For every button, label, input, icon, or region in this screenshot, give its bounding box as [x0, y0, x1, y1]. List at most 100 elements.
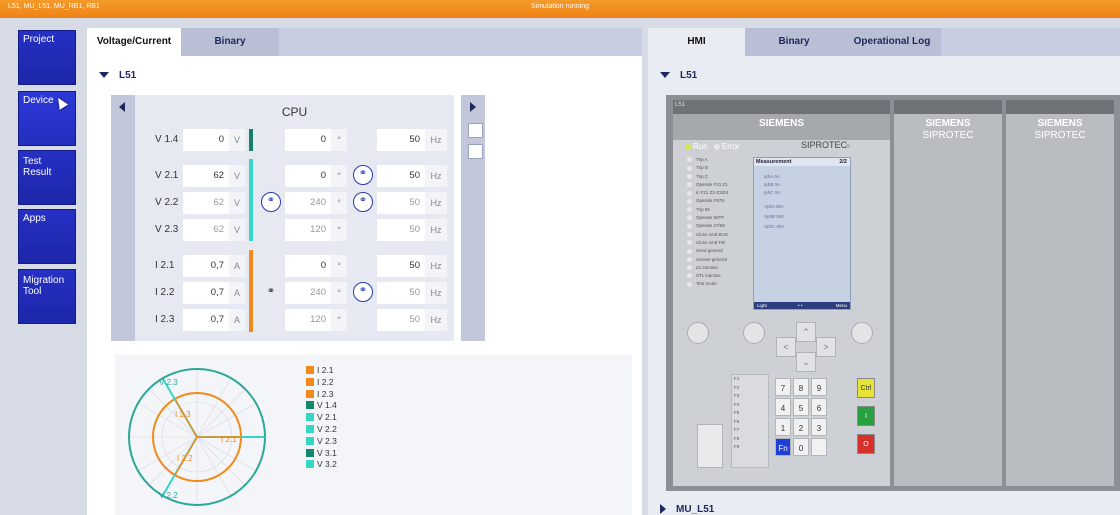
tab-binary-left[interactable]: Binary [181, 28, 279, 56]
legend-swatch [306, 413, 314, 422]
key-8[interactable]: 8 [793, 378, 809, 396]
frequency-input[interactable]: 50 [377, 309, 425, 331]
expand-triangle-icon [660, 504, 666, 515]
arrow-left-icon [119, 102, 125, 112]
nav-apps-button[interactable]: Apps [18, 209, 76, 264]
left-tab-bar: Voltage/Current Binary [87, 28, 642, 56]
cpu-title: CPU [281, 105, 308, 119]
magnitude-unit: V [229, 219, 245, 241]
hmi-section-l51-toggle[interactable]: L51 [660, 70, 697, 81]
frequency-input[interactable]: 50 [377, 192, 425, 214]
nav-test-result-label: Test Result [23, 156, 52, 178]
tab-operational-log[interactable]: Operational Log [843, 28, 941, 56]
frequency-input[interactable]: 50 [377, 255, 425, 277]
close-breaker-button[interactable]: I [857, 406, 875, 426]
brand-logo: SIEMENS [758, 118, 804, 129]
down-arrow-button[interactable]: ⌄ [796, 352, 816, 372]
frequency-input[interactable]: 50 [377, 282, 425, 304]
select-checkbox-1[interactable] [468, 123, 483, 138]
link-angle-v-icon[interactable]: ⚭ [353, 192, 373, 212]
frequency-input[interactable]: 50 [377, 129, 425, 151]
phasor-plot: V 2.3 I 2.3 I 2.1 I 2.2 V 2.2 [127, 367, 267, 507]
tab-binary-right[interactable]: Binary [745, 28, 843, 56]
softkey-1-button[interactable] [687, 322, 709, 344]
tab-voltage-current[interactable]: Voltage/Current [87, 28, 181, 56]
nav-device-button[interactable]: Device [18, 91, 76, 146]
key-9[interactable]: 9 [811, 378, 827, 396]
legend-label: V 2.3 [317, 435, 337, 446]
led-icon [687, 198, 692, 204]
key-1[interactable]: 1 [775, 418, 791, 436]
up-arrow-button[interactable]: ⌃ [796, 322, 816, 342]
led-label: STL inactive [696, 273, 721, 279]
angle-input[interactable]: 0 [285, 255, 331, 277]
angle-input[interactable]: 120 [285, 219, 331, 241]
key-4[interactable]: 4 [775, 398, 791, 416]
section-l51-toggle[interactable]: L51 [99, 70, 136, 81]
link-angle-i-icon[interactable]: ⚭ [353, 282, 373, 302]
measurement-value: VphB 0kV [764, 214, 785, 219]
key-2[interactable]: 2 [793, 418, 809, 436]
left-arrow-button[interactable]: < [776, 337, 796, 357]
open-breaker-button[interactable]: O [857, 434, 875, 454]
display-softkey-bar: Light • • Menu [754, 302, 850, 309]
function-key-label: F8 [734, 435, 740, 441]
error-label: Error [721, 142, 740, 151]
frequency-input[interactable]: 50 [377, 219, 425, 241]
angle-input[interactable]: 120 [285, 309, 331, 331]
led-label: Close cmd BUS [696, 231, 728, 237]
key-6[interactable]: 6 [811, 398, 827, 416]
nav-migration-tool-label: Migration Tool [23, 275, 65, 297]
led-indicator: Close cmd TIE [687, 239, 749, 247]
link-frequency-v-icon[interactable]: ⚭ [353, 165, 373, 185]
led-label: Test mode [696, 281, 717, 287]
key-fn[interactable]: Fn [775, 438, 791, 456]
led-indicator: Operate F21 Z1 [687, 181, 749, 189]
angle-input[interactable]: 0 [285, 165, 331, 187]
magnitude-input[interactable]: 0,7 [183, 282, 229, 304]
link-magnitude-v-icon[interactable]: ⚭ [261, 192, 281, 212]
led-label: Send general [696, 248, 723, 254]
angle-input[interactable]: 0 [285, 129, 331, 151]
magnitude-input[interactable]: 62 [183, 165, 229, 187]
select-checkbox-2[interactable] [468, 144, 483, 159]
angle-unit: ° [331, 192, 347, 214]
collapse-triangle-icon [660, 72, 670, 79]
link-magnitude-i-icon[interactable]: ⚭ [261, 282, 281, 302]
right-arrow-button[interactable]: > [816, 337, 836, 357]
key-dot[interactable]: . [811, 438, 827, 456]
led-label: Trip B [696, 165, 708, 171]
phasor-label-v22: V 2.2 [159, 491, 178, 500]
key-0[interactable]: 0 [793, 438, 809, 456]
softkey-3-button[interactable] [851, 322, 873, 344]
magnitude-input[interactable]: 0 [183, 129, 229, 151]
function-key-label: F4 [734, 401, 740, 407]
led-icon [687, 265, 692, 271]
signal-row-i22: I 2.2 0,7 A 240 ° 50 Hz [111, 282, 454, 304]
measurement-value: VphA 0kV [764, 204, 784, 209]
nav-migration-tool-button[interactable]: Migration Tool [18, 269, 76, 324]
magnitude-input[interactable]: 0,7 [183, 309, 229, 331]
frequency-unit: Hz [425, 219, 447, 241]
magnitude-input[interactable]: 62 [183, 219, 229, 241]
section-mu-l51-toggle[interactable]: MU_L51 [660, 504, 714, 515]
softkey-2-button[interactable] [743, 322, 765, 344]
tab-hmi[interactable]: HMI [648, 28, 745, 56]
nav-project-button[interactable]: Project [18, 30, 76, 85]
device-expansion-module-1: SIEMENS SIPROTEC [894, 100, 1002, 486]
legend-label: I 2.3 [317, 388, 334, 399]
function-key-label: F9 [734, 444, 740, 449]
led-icon [687, 281, 692, 287]
key-5[interactable]: 5 [793, 398, 809, 416]
key-7[interactable]: 7 [775, 378, 791, 396]
magnitude-input[interactable]: 62 [183, 192, 229, 214]
ctrl-button[interactable]: Ctrl [857, 378, 875, 398]
key-3[interactable]: 3 [811, 418, 827, 436]
magnitude-input[interactable]: 0,7 [183, 255, 229, 277]
angle-input[interactable]: 240 [285, 192, 331, 214]
signal-label: I 2.2 [155, 287, 175, 298]
nav-test-result-button[interactable]: Test Result [18, 150, 76, 205]
display-page: 2/2 [839, 159, 847, 165]
angle-input[interactable]: 240 [285, 282, 331, 304]
frequency-input[interactable]: 50 [377, 165, 425, 187]
